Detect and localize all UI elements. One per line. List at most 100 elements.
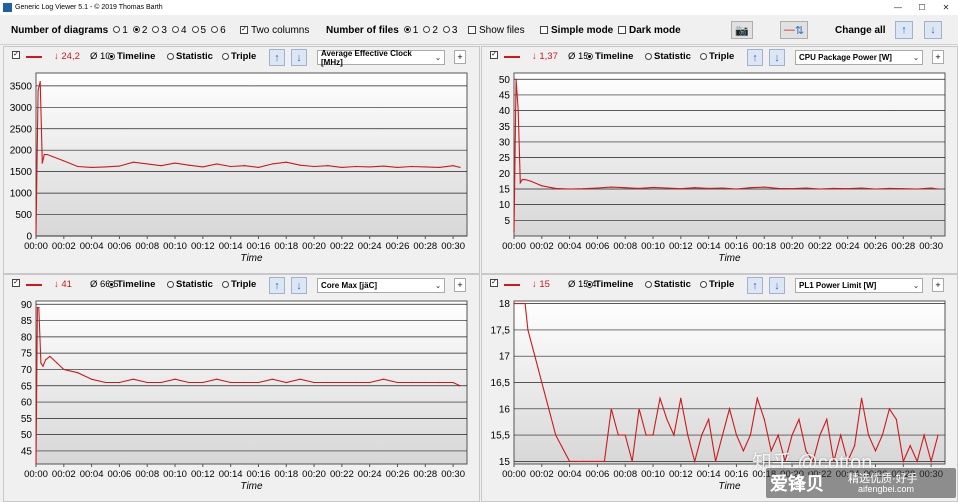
minimize-icon[interactable]: — [886, 3, 910, 12]
mode-triple[interactable]: Triple [700, 279, 734, 290]
mode-timeline-radio[interactable] [586, 280, 593, 288]
arrow-up-icon[interactable]: ↑ [269, 277, 285, 294]
data-point [43, 153, 45, 156]
y-tick-label: 35 [499, 122, 511, 133]
arrow-down-icon[interactable]: ↓ [924, 21, 942, 39]
mode-statistic[interactable]: Statistic [645, 279, 691, 290]
diagram-radio-4[interactable] [171, 26, 179, 34]
arrow-down-icon[interactable]: ↓ [291, 49, 307, 66]
camera-icon[interactable]: 📷 [731, 21, 753, 39]
data-point [40, 362, 42, 364]
sensor-select[interactable]: CPU Package Power [W] ⌄ [795, 50, 923, 65]
add-series-button[interactable]: + [454, 278, 466, 292]
mode-timeline-radio[interactable] [586, 52, 593, 60]
data-point [582, 460, 585, 462]
mode-timeline[interactable]: Timeline [108, 51, 155, 62]
mode-triple-radio[interactable] [222, 52, 229, 60]
series-visible-checkbox[interactable]: ✓ [12, 279, 20, 287]
arrow-up-icon[interactable]: ↑ [747, 49, 763, 66]
arrow-up-icon[interactable]: ↑ [895, 21, 913, 39]
file-radio-3[interactable] [442, 26, 450, 34]
data-point [652, 186, 654, 189]
data-point [819, 434, 821, 436]
mode-statistic[interactable]: Statistic [167, 51, 213, 62]
mode-timeline[interactable]: Timeline [586, 51, 633, 62]
mode-statistic-radio[interactable] [167, 280, 174, 288]
data-point [132, 378, 134, 380]
mode-timeline[interactable]: Timeline [586, 279, 633, 290]
maximize-icon[interactable]: ☐ [910, 3, 934, 12]
swap-icon[interactable]: — ⇅ [780, 21, 808, 39]
data-point [459, 166, 461, 168]
x-tick-label: 00:24 [358, 469, 382, 480]
arrow-up-icon[interactable]: ↑ [747, 277, 763, 294]
series-visible-checkbox[interactable]: ✓ [490, 279, 498, 287]
panel-header: ✓ ↓ 15 Ø 15,4 Timeline Statistic Triple … [482, 275, 957, 297]
x-tick-label: 00:16 [725, 241, 749, 252]
file-radio-1[interactable] [403, 26, 411, 34]
mode-statistic[interactable]: Statistic [167, 279, 213, 290]
data-point [694, 460, 696, 462]
mode-triple[interactable]: Triple [222, 51, 256, 62]
series-visible-checkbox[interactable]: ✓ [12, 51, 20, 59]
y-tick-label: 70 [21, 365, 33, 376]
add-series-button[interactable]: + [932, 50, 944, 64]
close-icon[interactable]: ✕ [934, 3, 958, 12]
sensor-select[interactable]: PL1 Power Limit [W] ⌄ [795, 278, 923, 293]
diagram-radio-3[interactable] [152, 26, 160, 34]
data-point [874, 450, 877, 452]
data-point [355, 165, 357, 168]
mode-timeline-radio[interactable] [108, 280, 115, 288]
data-point [285, 161, 287, 163]
data-point [680, 188, 682, 190]
arrow-down-icon[interactable]: ↓ [291, 277, 307, 294]
simple-mode-toggle[interactable]: Simple mode [540, 15, 613, 45]
change-all-label: Change all [835, 24, 886, 36]
two-columns-checkbox[interactable]: ✓ [240, 26, 248, 34]
diagram-radio-2[interactable] [132, 26, 140, 34]
arrow-up-icon[interactable]: ↑ [269, 49, 285, 66]
diagram-radio-6[interactable] [211, 26, 219, 34]
data-point [541, 185, 543, 187]
dark-mode-checkbox[interactable] [618, 26, 626, 34]
data-point [867, 434, 870, 436]
sensor-select[interactable]: Average Effective Clock [MHz] ⌄ [317, 49, 445, 67]
add-series-button[interactable]: + [932, 278, 944, 292]
mode-statistic-radio[interactable] [167, 52, 174, 60]
mode-timeline-radio[interactable] [108, 52, 115, 60]
dark-mode-toggle[interactable]: Dark mode [618, 15, 681, 45]
x-axis-label: Time [240, 481, 263, 492]
data-point [202, 166, 204, 168]
show-files-checkbox[interactable] [468, 26, 476, 34]
simple-mode-checkbox[interactable] [540, 26, 548, 34]
mode-statistic-radio[interactable] [645, 52, 652, 60]
file-count-group: Number of files 1 2 3 [326, 15, 457, 45]
file-radio-2[interactable] [423, 26, 431, 34]
x-tick-label: 00:02 [530, 469, 554, 480]
sensor-select[interactable]: Core Max [jäC] ⌄ [317, 278, 445, 293]
x-tick-label: 00:02 [530, 241, 554, 252]
x-tick-label: 00:20 [302, 469, 326, 480]
arrow-down-icon[interactable]: ↓ [769, 277, 785, 294]
diagram-radio-1[interactable] [113, 26, 121, 34]
data-point [424, 166, 426, 168]
mode-triple-radio[interactable] [700, 280, 707, 288]
data-point [812, 460, 814, 462]
mode-statistic[interactable]: Statistic [645, 51, 691, 62]
mode-triple-radio[interactable] [700, 52, 707, 60]
chevron-down-icon: ⌄ [435, 282, 441, 290]
mode-triple[interactable]: Triple [222, 279, 256, 290]
x-axis-label: Time [240, 253, 263, 264]
mode-timeline-label: Timeline [595, 51, 634, 62]
mode-timeline[interactable]: Timeline [108, 279, 155, 290]
diagram-radio-5[interactable] [191, 26, 199, 34]
mode-triple[interactable]: Triple [700, 51, 734, 62]
add-series-button[interactable]: + [454, 50, 466, 64]
two-columns-toggle[interactable]: ✓ Two columns [240, 15, 309, 45]
mode-triple-radio[interactable] [222, 280, 229, 288]
mode-statistic-radio[interactable] [645, 280, 652, 288]
arrow-down-icon[interactable]: ↓ [769, 49, 785, 66]
series-visible-checkbox[interactable]: ✓ [490, 51, 498, 59]
show-files-toggle[interactable]: Show files [468, 15, 525, 45]
data-point [902, 460, 904, 462]
